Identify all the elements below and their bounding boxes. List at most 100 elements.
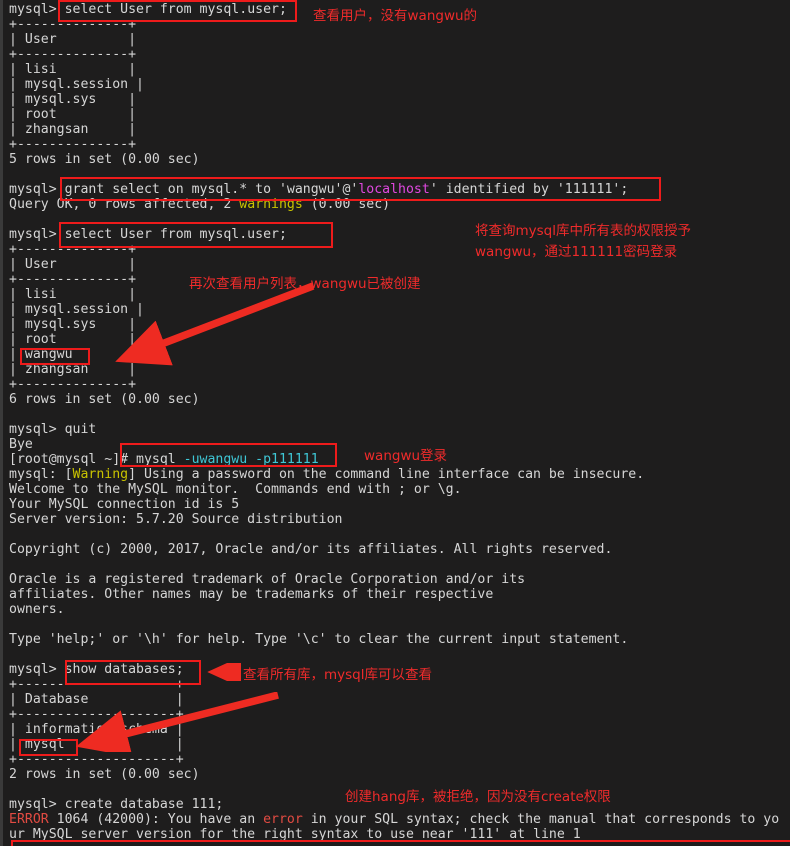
terminal-text-span: localhost <box>358 182 430 197</box>
terminal-line: 2 rows in set (0.00 sec) <box>9 767 790 782</box>
terminal-line: | mysql.session | <box>9 77 790 92</box>
terminal-line: | zhangsan | <box>9 122 790 137</box>
terminal-text-span: | User | <box>9 257 137 272</box>
terminal-text-span: mysql> show databases; <box>9 662 184 677</box>
terminal-text-span: +--------------------+ <box>9 677 184 692</box>
annotation-grant-line1: 将查询mysql库中所有表的权限授予 <box>475 223 691 239</box>
terminal-line: | zhangsan | <box>9 362 790 377</box>
terminal-line: +--------------+ <box>9 377 790 392</box>
terminal-line: +--------------+ <box>9 47 790 62</box>
terminal-line: | mysql | <box>9 737 790 752</box>
terminal-text-span: in your SQL syntax; check the manual tha… <box>302 812 780 827</box>
terminal-text-span: | User | <box>9 32 137 47</box>
annotation-create-denied: 创建hang库，被拒绝，因为没有create权限 <box>345 789 611 805</box>
terminal-line: ur MySQL server version for the right sy… <box>9 827 790 842</box>
terminal-text-span: 6 rows in set (0.00 sec) <box>9 392 200 407</box>
terminal-text-span: mysql: [ <box>9 467 73 482</box>
terminal-text-span: Copyright (c) 2000, 2017, Oracle and/or … <box>9 542 613 557</box>
terminal-line: | mysql.session | <box>9 302 790 317</box>
annotation-view-users: 查看用户，没有wangwu的 <box>313 8 478 24</box>
terminal-line: | information_schema | <box>9 722 790 737</box>
terminal-text-span: owners. <box>9 602 65 617</box>
terminal-text-span: Oracle is a registered trademark of Orac… <box>9 572 526 587</box>
terminal-text-span: Query OK, 0 rows affected, 2 <box>9 197 240 212</box>
terminal-text-span: -uwangwu -p111111 <box>183 452 319 467</box>
terminal-text-span: warnings <box>239 197 303 212</box>
terminal-text-span: | root | <box>9 332 137 347</box>
terminal-line: | lisi | <box>9 62 790 77</box>
terminal-line: +--------------------+ <box>9 707 790 722</box>
terminal-text-span: select User from mysql.user; <box>64 2 287 17</box>
terminal-text-span: mysql> select User from mysql.user; <box>9 227 287 242</box>
terminal-line: 6 rows in set (0.00 sec) <box>9 392 790 407</box>
terminal-line: | User | <box>9 32 790 47</box>
annotation-show-databases: 查看所有库，mysql库可以查看 <box>243 667 432 683</box>
terminal-text-span: error <box>263 812 303 827</box>
terminal-line: owners. <box>9 602 790 617</box>
terminal-text-span: mysql> grant select on mysql.* to 'wangw… <box>9 182 359 197</box>
terminal-text-span: Your MySQL connection id is 5 <box>9 497 240 512</box>
terminal-window[interactable]: mysql> select User from mysql.user; +----… <box>0 0 790 846</box>
terminal-line: Welcome to the MySQL monitor. Commands e… <box>9 482 790 497</box>
terminal-text-span: mysql> create database 111; <box>9 797 224 812</box>
terminal-text-span: (0.00 sec) <box>302 197 391 212</box>
terminal-line: | root | <box>9 332 790 347</box>
terminal-text-span: Server version: 5.7.20 Source distributi… <box>9 512 343 527</box>
terminal-text-span: Welcome to the MySQL monitor. Commands e… <box>9 482 462 497</box>
terminal-text-span: +--------------+ <box>9 17 137 32</box>
terminal-text-span: [root@mysql ~]# mysql <box>9 452 184 467</box>
terminal-text-span: ERROR <box>9 812 49 827</box>
terminal-text-span: | mysql.sys | <box>9 92 137 107</box>
terminal-text-span: | Database | <box>9 692 184 707</box>
terminal-text-span: Type 'help;' or '\h' for help. Type '\c'… <box>9 632 629 647</box>
terminal-output: mysql> select User from mysql.user; +----… <box>9 2 790 842</box>
annotation-grant-line2: wangwu，通过111111密码登录 <box>475 244 678 260</box>
terminal-text-span: | zhangsan | <box>9 122 137 137</box>
terminal-text-span: | wangwu | <box>9 347 137 362</box>
terminal-text-span: | information_schema | <box>9 722 184 737</box>
terminal-text-span: | mysql.session | <box>9 302 144 317</box>
terminal-line: Query OK, 0 rows affected, 2 warnings (0… <box>9 197 790 212</box>
annotation-recheck-users: 再次查看用户列表，wangwu已被创建 <box>189 276 421 292</box>
terminal-text-span: | mysql | <box>9 737 184 752</box>
terminal-text-span: ur MySQL server version for the right sy… <box>9 827 581 842</box>
terminal-line: Copyright (c) 2000, 2017, Oracle and/or … <box>9 542 790 557</box>
terminal-text-span: | mysql.sys | <box>9 317 137 332</box>
terminal-text-span: affiliates. Other names may be trademark… <box>9 587 494 602</box>
terminal-line: +--------------+ <box>9 137 790 152</box>
terminal-line: | Database | <box>9 692 790 707</box>
terminal-text-span: 1064 (42000): You have an <box>48 812 264 827</box>
annotation-wangwu-login: wangwu登录 <box>364 448 448 464</box>
terminal-text-span: | lisi | <box>9 62 137 77</box>
terminal-line: Server version: 5.7.20 Source distributi… <box>9 512 790 527</box>
terminal-line: mysql: [Warning] Using a password on the… <box>9 467 790 482</box>
terminal-line: 5 rows in set (0.00 sec) <box>9 152 790 167</box>
terminal-line: mysql> quit <box>9 422 790 437</box>
terminal-text-span: +--------------+ <box>9 137 137 152</box>
terminal-text-span: | zhangsan | <box>9 362 137 377</box>
terminal-text-span: Warning <box>72 467 129 482</box>
terminal-text-span: | mysql.session | <box>9 77 144 92</box>
terminal-line: | wangwu | <box>9 347 790 362</box>
terminal-line: | mysql.sys | <box>9 92 790 107</box>
terminal-text-span: mysql> <box>9 2 65 17</box>
terminal-text-span: Bye <box>9 437 33 452</box>
terminal-line: mysql> grant select on mysql.* to 'wangw… <box>9 182 790 197</box>
terminal-text-span: +--------------+ <box>9 272 137 287</box>
terminal-text-span: | root | <box>9 107 137 122</box>
terminal-line: ERROR 1064 (42000): You have an error in… <box>9 812 790 827</box>
terminal-text-span: | lisi | <box>9 287 137 302</box>
terminal-text-span: +--------------+ <box>9 47 137 62</box>
terminal-line: Type 'help;' or '\h' for help. Type '\c'… <box>9 632 790 647</box>
terminal-text-span: +--------------------+ <box>9 752 184 767</box>
terminal-text-span: mysql> quit <box>9 422 97 437</box>
terminal-line: | root | <box>9 107 790 122</box>
terminal-line: affiliates. Other names may be trademark… <box>9 587 790 602</box>
terminal-text-span: ' identified by '111111'; <box>429 182 629 197</box>
